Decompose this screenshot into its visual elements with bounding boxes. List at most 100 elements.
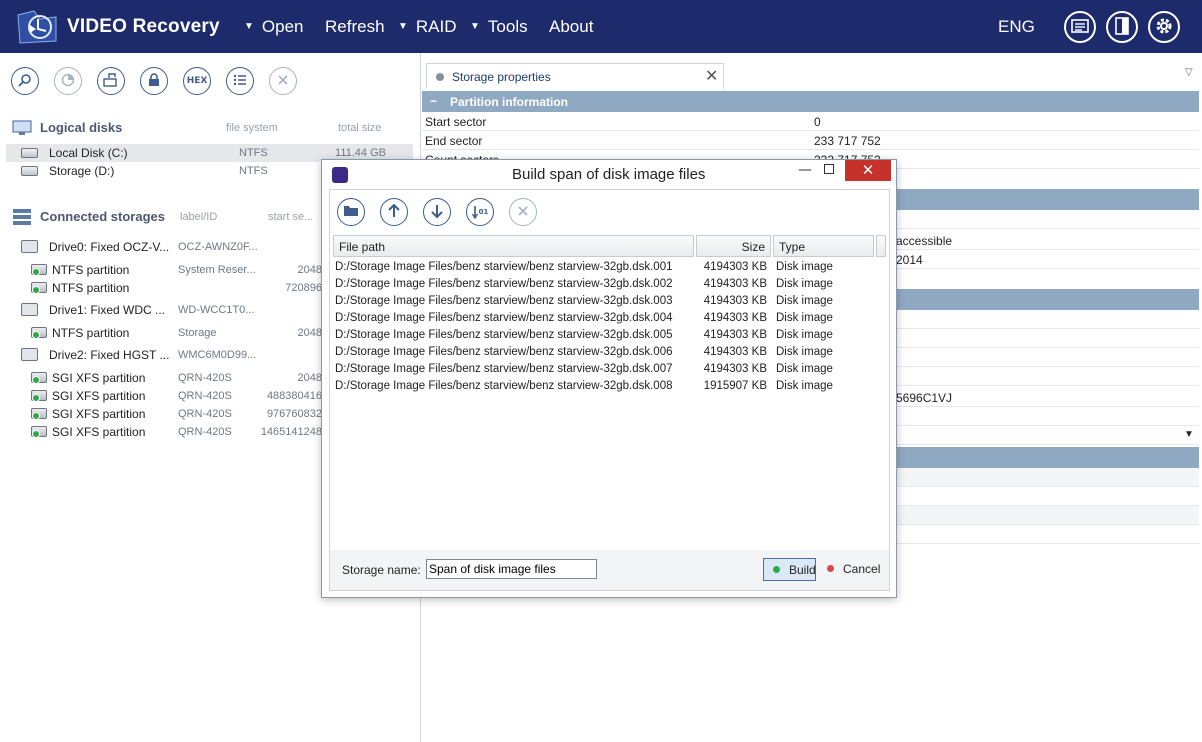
file-path: D:/Storage Image Files/benz starview/ben… xyxy=(335,363,673,375)
minimize-icon[interactable]: — xyxy=(798,162,816,178)
list-button[interactable] xyxy=(226,67,254,95)
property-value: 2014 xyxy=(896,253,923,267)
partition-label: QRN-420S xyxy=(178,372,232,384)
file-row[interactable]: D:/Storage Image Files/benz starview/ben… xyxy=(333,378,888,395)
col-size[interactable]: Size xyxy=(696,235,771,257)
arrow-down-icon xyxy=(431,204,443,221)
language-selector[interactable]: ENG xyxy=(998,17,1035,37)
file-size: 4194303 KB xyxy=(703,261,767,273)
log-button[interactable] xyxy=(1064,11,1096,43)
col-total-size: total size xyxy=(338,122,382,134)
menu-about-label: About xyxy=(549,17,594,36)
move-down-button[interactable] xyxy=(423,198,451,226)
build-span-dialog: Build span of disk image files — ✕ 01 Fi… xyxy=(321,159,897,598)
remove-file-button[interactable] xyxy=(509,198,537,226)
file-path: D:/Storage Image Files/benz starview/ben… xyxy=(335,295,673,307)
storage-stack-icon xyxy=(12,208,32,229)
menu-raid[interactable]: ▼ RAID xyxy=(398,17,457,37)
tab-status-dot xyxy=(436,73,444,81)
close-storage-button[interactable] xyxy=(269,67,297,95)
file-type: Disk image xyxy=(776,346,833,358)
file-path: D:/Storage Image Files/benz starview/ben… xyxy=(335,380,673,392)
file-row[interactable]: D:/Storage Image Files/benz starview/ben… xyxy=(333,259,888,276)
partition-icon xyxy=(31,372,47,384)
partition-icon xyxy=(31,264,47,276)
partition-label: QRN-420S xyxy=(178,390,232,402)
build-button[interactable]: Build xyxy=(763,558,816,581)
dialog-footer: Storage name: Build Cancel xyxy=(330,550,889,590)
tab-close-icon[interactable]: ✕ xyxy=(705,66,718,85)
col-type[interactable]: Type xyxy=(773,235,874,257)
file-row[interactable]: D:/Storage Image Files/benz starview/ben… xyxy=(333,276,888,293)
partition-name: NTFS partition xyxy=(52,263,130,277)
sort-button[interactable]: 01 xyxy=(466,198,494,226)
scan-button[interactable] xyxy=(54,67,82,95)
sort-icon: 01 xyxy=(471,205,488,219)
settings-button[interactable] xyxy=(1148,11,1180,43)
dialog-title: Build span of disk image files xyxy=(512,166,706,183)
menu-refresh[interactable]: Refresh xyxy=(325,17,385,37)
file-size: 4194303 KB xyxy=(703,278,767,290)
drive-name: Drive2: Fixed HGST ... xyxy=(49,348,170,362)
monitor-icon xyxy=(12,120,32,139)
move-up-button[interactable] xyxy=(380,198,408,226)
top-bar: VIDEO Recovery ▼ Open Refresh ▼ RAID ▼ Tool… xyxy=(0,0,1202,53)
col-size-label: Size xyxy=(741,240,765,254)
property-row: Start sector 0 xyxy=(422,112,1199,131)
menu-open[interactable]: ▼ Open xyxy=(244,17,304,37)
col-start-sector: start se... xyxy=(268,211,314,223)
property-value: 5696C1VJ xyxy=(896,391,953,405)
dialog-close-icon[interactable]: ✕ xyxy=(845,160,891,181)
file-row[interactable]: D:/Storage Image Files/benz starview/ben… xyxy=(333,361,888,378)
property-key: Start sector xyxy=(425,115,487,129)
partition-name: SGI XFS partition xyxy=(52,407,146,421)
file-row[interactable]: D:/Storage Image Files/benz starview/ben… xyxy=(333,327,888,344)
file-row[interactable]: D:/Storage Image Files/benz starview/ben… xyxy=(333,344,888,361)
col-file-path[interactable]: File path xyxy=(333,235,694,257)
dialog-app-icon xyxy=(332,167,348,183)
file-table-header: File path Size Type xyxy=(333,235,888,257)
menu-raid-label: RAID xyxy=(415,17,457,36)
file-size: 1915907 KB xyxy=(703,380,767,392)
cancel-button[interactable]: Cancel xyxy=(824,558,884,581)
logical-disks-title: Logical disks xyxy=(40,120,123,135)
property-value: 233 717 752 xyxy=(814,134,881,148)
file-path: D:/Storage Image Files/benz starview/ben… xyxy=(335,329,673,341)
file-row[interactable]: D:/Storage Image Files/benz starview/ben… xyxy=(333,293,888,310)
search-button[interactable] xyxy=(11,67,39,95)
storage-name-label: Storage name: xyxy=(342,563,421,577)
build-status-dot xyxy=(773,566,780,573)
drive-icon xyxy=(21,303,38,316)
add-files-button[interactable] xyxy=(337,198,365,226)
partition-start: 976760832 xyxy=(266,408,322,420)
dialog-title-bar[interactable]: Build span of disk image files — ✕ xyxy=(322,160,896,189)
partition-icon xyxy=(31,390,47,402)
tab-menu-icon[interactable]: ▽ xyxy=(1185,67,1193,78)
file-size: 4194303 KB xyxy=(703,329,767,341)
partition-icon xyxy=(31,282,47,294)
remove-icon xyxy=(517,205,529,220)
log-icon xyxy=(1071,18,1089,36)
panel-toggle-button[interactable] xyxy=(1106,11,1138,43)
maximize-icon[interactable] xyxy=(824,164,834,174)
open-image-button[interactable] xyxy=(97,67,125,95)
storage-name-input[interactable] xyxy=(426,559,597,579)
section-partition-information[interactable]: − Partition information xyxy=(422,91,1199,112)
logical-disk-name: Storage (D:) xyxy=(49,164,115,178)
menu-tools[interactable]: ▼ Tools xyxy=(470,17,528,37)
hex-icon: HEX xyxy=(186,76,208,86)
drive-name: Drive1: Fixed WDC ... xyxy=(49,303,166,317)
partition-start: 488380416 xyxy=(266,390,322,402)
settings-gear-icon xyxy=(1154,16,1174,39)
lock-button[interactable] xyxy=(140,67,168,95)
menu-open-label: Open xyxy=(261,17,304,36)
dropdown-arrow-icon: ▼ xyxy=(398,21,408,32)
menu-about[interactable]: About xyxy=(549,17,593,37)
drive-name: Drive0: Fixed OCZ-V... xyxy=(49,240,170,254)
file-row[interactable]: D:/Storage Image Files/benz starview/ben… xyxy=(333,310,888,327)
file-size: 4194303 KB xyxy=(703,363,767,375)
tab-storage-properties[interactable]: Storage properties ✕ xyxy=(426,63,724,89)
partition-start: 2048 xyxy=(297,264,322,276)
hex-button[interactable]: HEX xyxy=(183,67,211,95)
partition-start: 720896 xyxy=(285,282,322,294)
